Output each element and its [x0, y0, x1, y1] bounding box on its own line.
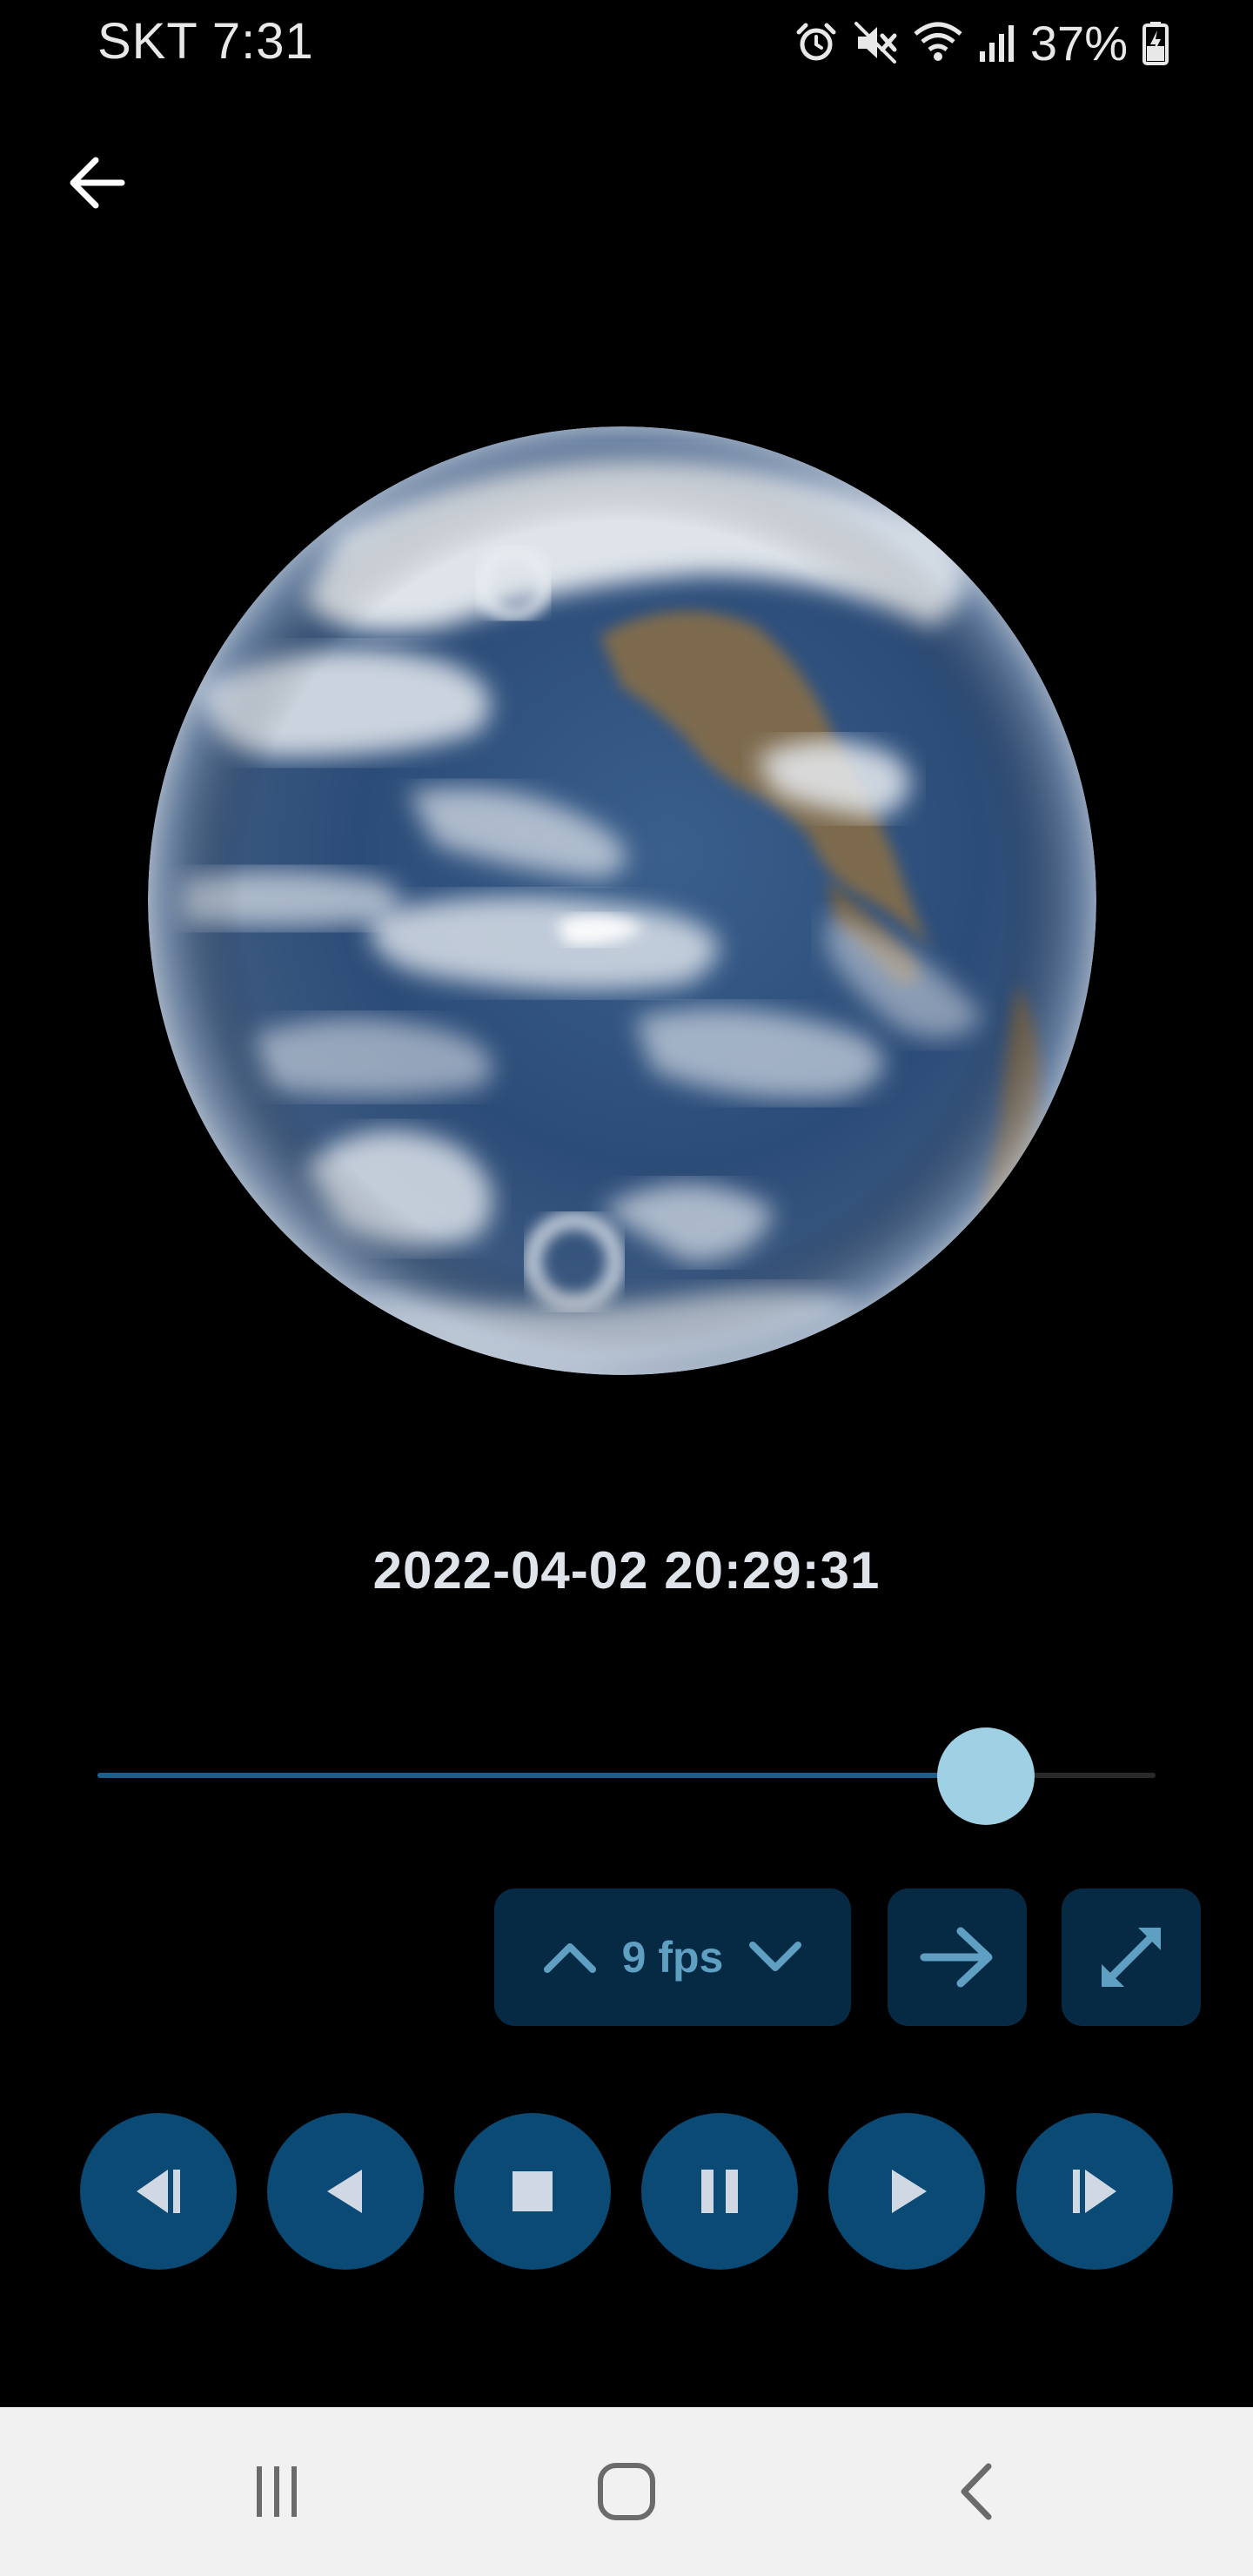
slider-thumb[interactable] [937, 1727, 1035, 1825]
expand-icon [1102, 1928, 1161, 1987]
play-reverse-icon [327, 2170, 362, 2213]
wifi-icon [912, 20, 964, 65]
battery-icon [1142, 20, 1169, 65]
alarm-icon [794, 20, 839, 65]
skip-next-icon [1073, 2170, 1116, 2213]
earth-image [148, 426, 1096, 1375]
battery-percent: 37% [1029, 15, 1128, 70]
fps-value: 9 fps [621, 1933, 724, 1982]
home-button[interactable] [583, 2448, 670, 2535]
system-navigation-bar [0, 2407, 1253, 2576]
fps-increase-button[interactable] [542, 1940, 598, 1975]
pause-icon [701, 2170, 738, 2213]
status-bar: SKT 7:31 37% [0, 0, 1253, 87]
recent-apps-button[interactable] [233, 2448, 320, 2535]
home-icon [598, 2463, 655, 2520]
timeline-slider[interactable] [97, 1727, 1156, 1825]
stop-icon [513, 2171, 553, 2211]
skip-to-start-button[interactable] [80, 2113, 237, 2270]
frame-timestamp: 2022-04-02 20:29:31 [372, 1541, 881, 1600]
skip-to-end-button[interactable] [1016, 2113, 1173, 2270]
pause-button[interactable] [641, 2113, 798, 2270]
arrow-left-icon [70, 157, 125, 209]
chevron-down-icon [749, 1942, 802, 1971]
recent-apps-icon [257, 2466, 297, 2517]
play-icon [892, 2170, 927, 2213]
slider-fill [97, 1773, 987, 1778]
stop-button[interactable] [454, 2113, 611, 2270]
status-icons: 37% [794, 12, 1169, 73]
back-button[interactable] [57, 143, 137, 223]
system-back-button[interactable] [935, 2448, 1022, 2535]
signal-icon [978, 20, 1016, 65]
back-icon [961, 2463, 992, 2520]
direction-button[interactable] [888, 1888, 1027, 2026]
fps-control: 9 fps [494, 1888, 851, 2026]
fps-decrease-button[interactable] [747, 1940, 803, 1975]
playback-controls [80, 2113, 1173, 2270]
chevron-up-icon [543, 1943, 596, 1973]
play-button[interactable] [828, 2113, 985, 2270]
mute-icon [853, 20, 898, 65]
arrow-right-icon [920, 1927, 993, 1988]
step-back-button[interactable] [267, 2113, 424, 2270]
fullscreen-button[interactable] [1062, 1888, 1201, 2026]
carrier-time: SKT 7:31 [97, 13, 314, 70]
skip-previous-icon [137, 2170, 180, 2213]
